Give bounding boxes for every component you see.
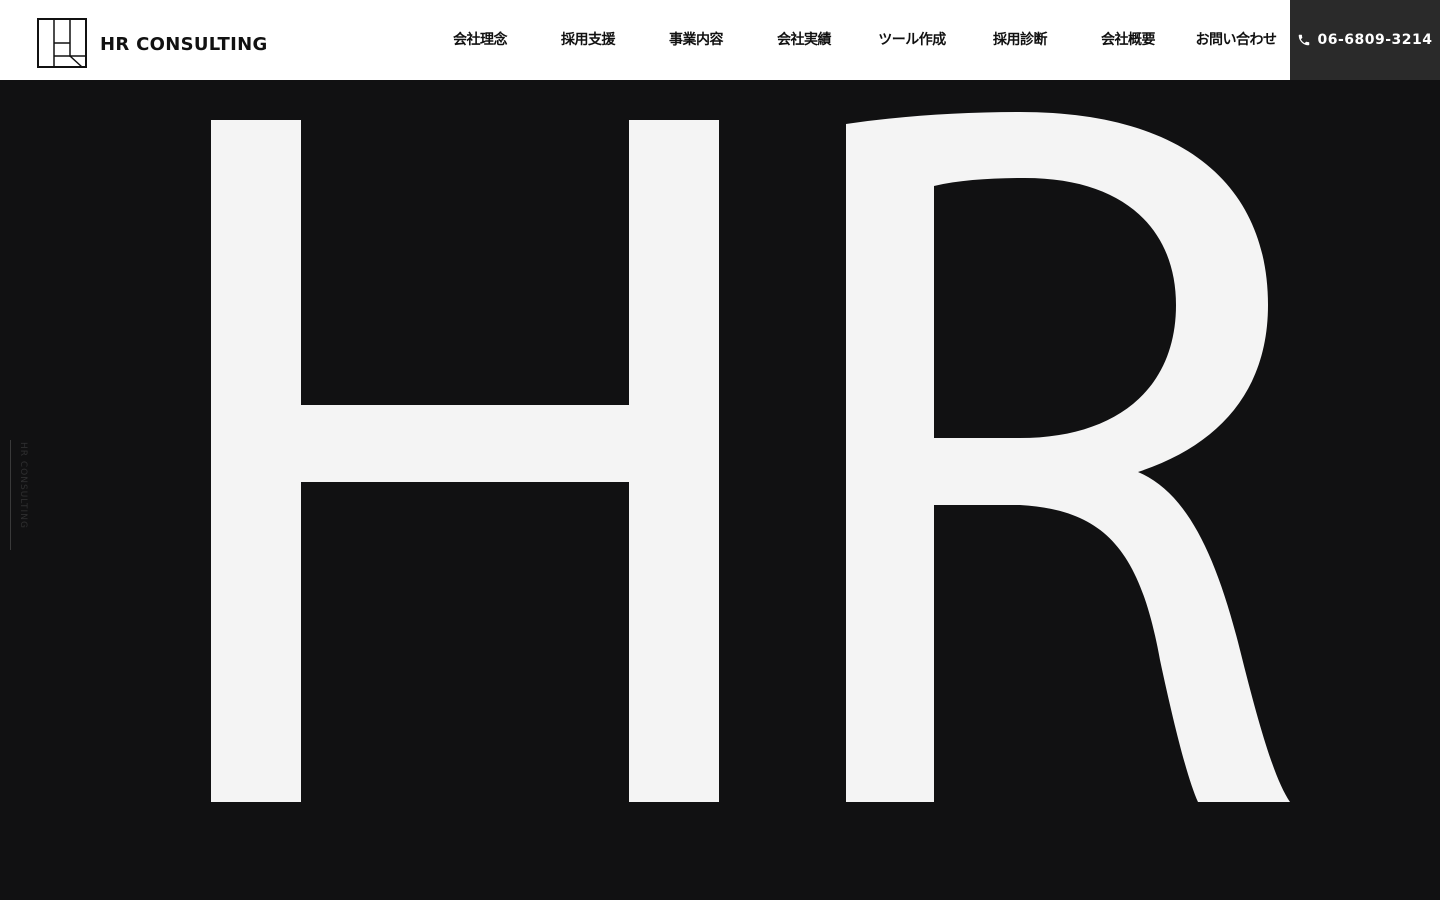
hero-section: HR CONSULTING <box>0 80 1440 900</box>
phone-number: 06-6809-3214 <box>1317 32 1433 48</box>
phone-button[interactable]: 06-6809-3214 <box>1290 0 1440 80</box>
nav-item-tools[interactable]: ツール作成 <box>858 0 966 80</box>
side-vertical-label: HR CONSULTING <box>18 442 28 529</box>
site-header: HR CONSULTING 会社理念 採用支援 事業内容 会社実績 ツール作成 … <box>0 0 1440 80</box>
main-nav: 会社理念 採用支援 事業内容 会社実績 ツール作成 採用診断 会社概要 お問い合… <box>426 0 1290 80</box>
nav-item-company[interactable]: 会社概要 <box>1074 0 1182 80</box>
nav-item-achievements[interactable]: 会社実績 <box>750 0 858 80</box>
site-logo[interactable]: HR CONSULTING <box>37 18 268 68</box>
phone-icon <box>1299 34 1310 46</box>
side-divider <box>10 440 11 550</box>
hero-letter-r <box>846 112 1290 802</box>
nav-item-contact[interactable]: お問い合わせ <box>1182 0 1290 80</box>
logo-mark-icon <box>37 18 87 68</box>
nav-item-philosophy[interactable]: 会社理念 <box>426 0 534 80</box>
nav-item-recruitment-support[interactable]: 採用支援 <box>534 0 642 80</box>
nav-item-diagnosis[interactable]: 採用診断 <box>966 0 1074 80</box>
brand-name: HR CONSULTING <box>100 33 268 55</box>
nav-item-business[interactable]: 事業内容 <box>642 0 750 80</box>
hero-letter-h <box>211 120 719 802</box>
hero-letters <box>211 112 1290 802</box>
